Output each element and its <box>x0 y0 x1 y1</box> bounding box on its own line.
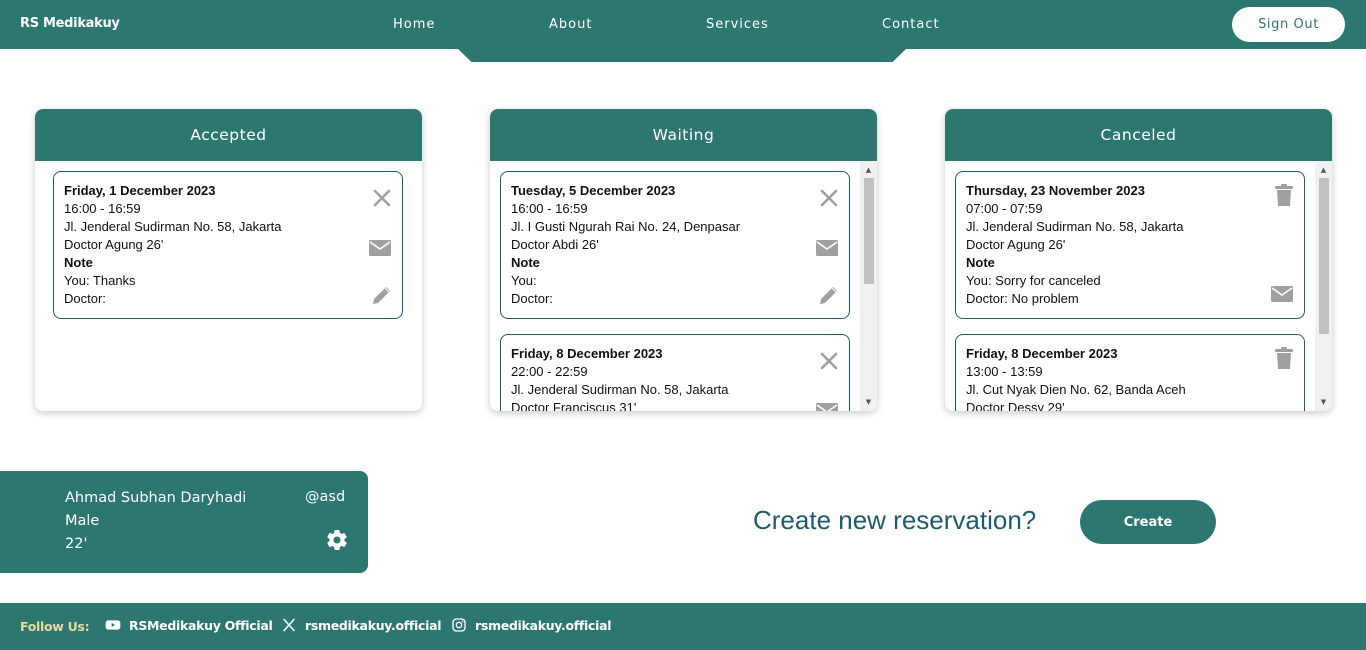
youtube-label: RSMedikakuy Official <box>129 617 273 633</box>
close-icon[interactable] <box>370 186 394 210</box>
card-note-doctor: Doctor: <box>511 291 553 306</box>
card-note-doctor: Doctor: <box>64 291 106 306</box>
reservation-card: Friday, 8 December 2023 13:00 - 13:59 Jl… <box>955 334 1305 411</box>
panel-title-canceled: Canceled <box>945 109 1332 161</box>
reservation-card: Friday, 1 December 2023 16:00 - 16:59 Jl… <box>53 171 403 319</box>
waiting-panel: Waiting Tuesday, 5 December 2023 16:00 -… <box>490 109 877 411</box>
card-note-doctor: Doctor: No problem <box>966 291 1079 306</box>
card-doctor: Doctor Agung 26' <box>64 237 164 252</box>
card-note-label: Note <box>511 255 540 270</box>
nav-notch-decoration <box>458 49 906 62</box>
footer: Follow Us: RSMedikakuy Official rsmedika… <box>0 603 1366 650</box>
profile-username: @asd <box>305 489 346 505</box>
card-doctor: Doctor Franciscus 31' <box>511 400 637 411</box>
mail-icon[interactable] <box>368 236 392 260</box>
mail-icon[interactable] <box>815 236 839 260</box>
card-note-you: You: Sorry for canceled <box>966 273 1101 288</box>
card-address: Jl. Jenderal Sudirman No. 58, Jakarta <box>511 382 729 397</box>
canceled-list[interactable]: Thursday, 23 November 2023 07:00 - 07:59… <box>945 161 1332 411</box>
profile-age: 22' <box>65 536 88 552</box>
edit-icon[interactable] <box>817 283 841 307</box>
trash-icon[interactable] <box>1272 346 1296 370</box>
nav-home[interactable]: Home <box>393 17 435 32</box>
sign-out-button[interactable]: Sign Out <box>1232 7 1345 42</box>
youtube-link[interactable]: RSMedikakuy Official <box>105 617 273 633</box>
profile-gender: Male <box>65 513 100 529</box>
create-button[interactable]: Create <box>1080 500 1216 544</box>
instagram-link[interactable]: rsmedikakuy.official <box>451 617 612 633</box>
card-note-you: You: <box>511 273 537 288</box>
waiting-scrollbar[interactable]: ▲ ▼ <box>860 161 877 411</box>
x-link[interactable]: rsmedikakuy.official <box>281 617 442 633</box>
card-date: Friday, 1 December 2023 <box>64 183 216 198</box>
card-note-you: You: Thanks <box>64 273 136 288</box>
card-time: 22:00 - 22:59 <box>511 364 588 379</box>
gear-icon[interactable] <box>325 528 349 552</box>
card-address: Jl. Cut Nyak Dien No. 62, Banda Aceh <box>966 382 1186 397</box>
card-time: 07:00 - 07:59 <box>966 201 1043 216</box>
card-address: Jl. Jenderal Sudirman No. 58, Jakarta <box>966 219 1184 234</box>
edit-icon[interactable] <box>370 283 394 307</box>
card-date: Friday, 8 December 2023 <box>966 346 1118 361</box>
scrollbar-thumb[interactable] <box>1319 178 1329 334</box>
card-note-label: Note <box>64 255 93 270</box>
follow-us-label: Follow Us: <box>20 619 90 634</box>
scroll-up-icon[interactable]: ▲ <box>1315 163 1332 177</box>
card-date: Thursday, 23 November 2023 <box>966 183 1145 198</box>
card-doctor: Doctor Agung 26' <box>966 237 1066 252</box>
instagram-icon <box>451 617 467 633</box>
scroll-up-icon[interactable]: ▲ <box>860 163 877 177</box>
close-icon[interactable] <box>817 186 841 210</box>
instagram-label: rsmedikakuy.official <box>475 617 612 633</box>
profile-card: Ahmad Subhan Daryhadi Male 22' @asd <box>0 471 368 573</box>
reservation-card: Tuesday, 5 December 2023 16:00 - 16:59 J… <box>500 171 850 319</box>
panel-title-accepted: Accepted <box>35 109 422 161</box>
nav-services[interactable]: Services <box>706 17 769 32</box>
canceled-scrollbar[interactable]: ▲ ▼ <box>1315 161 1332 411</box>
youtube-icon <box>105 617 121 633</box>
mail-icon[interactable] <box>815 399 839 411</box>
top-navbar: RS Medikakuy Home About Services Contact… <box>0 0 1366 49</box>
card-time: 16:00 - 16:59 <box>511 201 588 216</box>
accepted-list[interactable]: Friday, 1 December 2023 16:00 - 16:59 Jl… <box>35 161 422 411</box>
card-time: 13:00 - 13:59 <box>966 364 1043 379</box>
x-label: rsmedikakuy.official <box>305 617 442 633</box>
card-doctor: Doctor Abdi 26' <box>511 237 599 252</box>
card-date: Tuesday, 5 December 2023 <box>511 183 676 198</box>
panel-title-waiting: Waiting <box>490 109 877 161</box>
card-address: Jl. I Gusti Ngurah Rai No. 24, Denpasar <box>511 219 741 234</box>
create-reservation-question: Create new reservation? <box>753 505 1037 535</box>
scroll-down-icon[interactable]: ▼ <box>860 395 877 409</box>
trash-icon[interactable] <box>1272 183 1296 207</box>
brand-logo[interactable]: RS Medikakuy <box>20 16 120 31</box>
card-note-label: Note <box>966 255 995 270</box>
canceled-panel: Canceled Thursday, 23 November 2023 07:0… <box>945 109 1332 411</box>
card-time: 16:00 - 16:59 <box>64 201 141 216</box>
reservation-card: Thursday, 23 November 2023 07:00 - 07:59… <box>955 171 1305 319</box>
card-address: Jl. Jenderal Sudirman No. 58, Jakarta <box>64 219 282 234</box>
card-doctor: Doctor Dessy 29' <box>966 400 1065 411</box>
x-logo-icon <box>281 617 297 633</box>
accepted-panel: Accepted Friday, 1 December 2023 16:00 -… <box>35 109 422 411</box>
card-date: Friday, 8 December 2023 <box>511 346 663 361</box>
mail-icon[interactable] <box>1270 282 1294 306</box>
close-icon[interactable] <box>817 349 841 373</box>
nav-contact[interactable]: Contact <box>882 17 940 32</box>
nav-about[interactable]: About <box>549 17 592 32</box>
scroll-down-icon[interactable]: ▼ <box>1315 395 1332 409</box>
reservation-card: Friday, 8 December 2023 22:00 - 22:59 Jl… <box>500 334 850 411</box>
scrollbar-thumb[interactable] <box>864 178 874 284</box>
profile-name: Ahmad Subhan Daryhadi <box>65 490 247 506</box>
waiting-list[interactable]: Tuesday, 5 December 2023 16:00 - 16:59 J… <box>490 161 877 411</box>
